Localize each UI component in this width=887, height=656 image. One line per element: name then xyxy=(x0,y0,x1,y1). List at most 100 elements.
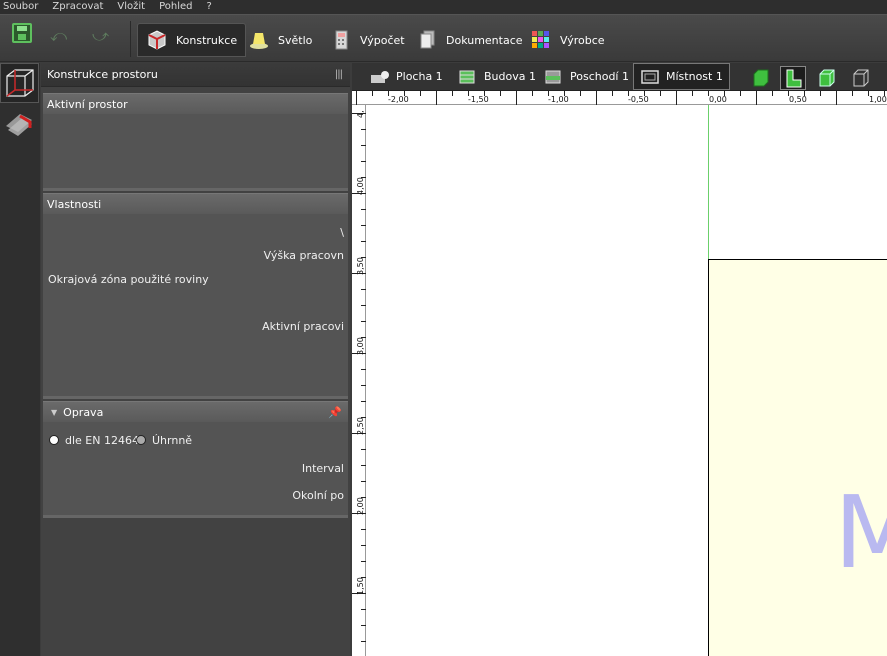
collapse-triangle-icon[interactable]: ▼ xyxy=(51,408,57,417)
floorplan-icon xyxy=(786,69,802,88)
ruler-label: 4,00 xyxy=(356,177,365,195)
ruler-label: 1,50 xyxy=(356,577,365,595)
ruler-label: -2,00 xyxy=(388,95,409,104)
correction-body: dle EN 12464 Úhrnně Interval Okolní po xyxy=(43,422,348,515)
room-outline[interactable] xyxy=(708,259,887,656)
property-label: Aktivní pracovi xyxy=(262,320,344,333)
active-space-body xyxy=(43,114,348,188)
ruler-label: -1,00 xyxy=(548,95,569,104)
menu-help[interactable]: ? xyxy=(200,1,219,13)
tab-label: Poschodí 1 xyxy=(570,70,629,83)
y-axis-line xyxy=(708,105,709,259)
section-active-space-header[interactable]: Aktivní prostor xyxy=(43,93,348,114)
room-cube-icon xyxy=(6,69,34,97)
tab-label: Světlo xyxy=(278,33,313,47)
ruler-label: 4, xyxy=(356,110,365,118)
section-divider xyxy=(43,396,348,399)
tab-label: Plocha 1 xyxy=(396,70,443,83)
vertical-ruler: 4, 4,00 3,50 3,00 2,50 2,00 1,50 xyxy=(352,105,366,656)
menu-bar: Soubor Zpracovat Vložit Pohled ? xyxy=(0,0,887,14)
tab-svetlo[interactable]: Světlo xyxy=(240,23,320,57)
construction-panel: Konstrukce prostoru ||| Aktivní prostor … xyxy=(41,63,350,656)
section-divider xyxy=(43,515,348,518)
property-label: \ xyxy=(340,226,344,239)
tab-vypocet[interactable]: Výpočet xyxy=(322,23,413,57)
property-label: Okrajová zóna použité roviny xyxy=(48,273,209,286)
tab-label: Výpočet xyxy=(360,33,405,47)
ruler-label: -1,50 xyxy=(468,95,489,104)
undo-icon[interactable]: ⤺ xyxy=(50,28,67,44)
tab-mistnost[interactable]: Místnost 1 xyxy=(633,63,730,90)
ruler-label: 2,50 xyxy=(356,417,365,435)
properties-body: \ Výška pracovn Okrajová zóna použité ro… xyxy=(43,214,348,396)
ruler-label: 3,00 xyxy=(356,337,365,355)
ruler-label: 0,00 xyxy=(709,95,727,104)
mode-strip xyxy=(0,63,40,656)
tab-poschodi[interactable]: Poschodí 1 xyxy=(538,63,635,90)
view-side-button[interactable] xyxy=(814,66,840,90)
tab-plocha[interactable]: Plocha 1 xyxy=(364,63,449,90)
section-correction-header[interactable]: ▼ Oprava 📌 xyxy=(43,401,348,422)
menu-vlozit[interactable]: Vložit xyxy=(110,1,152,13)
pin-icon[interactable]: 📌 xyxy=(328,406,342,419)
layers-button[interactable] xyxy=(0,104,39,144)
save-icon[interactable] xyxy=(12,23,32,43)
tab-konstrukce[interactable]: Konstrukce xyxy=(137,23,247,57)
lamp-icon xyxy=(248,29,270,51)
drawing-canvas[interactable]: M xyxy=(366,105,887,656)
section-divider xyxy=(43,188,348,191)
area-icon xyxy=(370,69,390,85)
ambient-label: Okolní po xyxy=(292,489,344,502)
menu-soubor[interactable]: Soubor xyxy=(0,1,45,13)
wire-cube-icon xyxy=(853,69,869,87)
tab-dokumentace[interactable]: Dokumentace xyxy=(408,23,531,57)
section-properties-header[interactable]: Vlastnosti xyxy=(43,193,348,214)
toolbar-separator xyxy=(130,21,131,57)
layers-icon xyxy=(6,114,32,136)
property-label: Výška pracovn xyxy=(263,249,344,262)
panel-title-label: Konstrukce prostoru xyxy=(47,68,158,81)
side-cube-icon xyxy=(819,69,835,87)
panel-title: Konstrukce prostoru ||| xyxy=(41,63,350,87)
room-label: M xyxy=(834,474,887,591)
tab-budova[interactable]: Budova 1 xyxy=(452,63,542,90)
view-3d-button[interactable] xyxy=(748,66,774,90)
menu-zpracovat[interactable]: Zpracovat xyxy=(45,1,110,13)
room-icon xyxy=(640,69,660,85)
ruler-label: -0,50 xyxy=(628,95,649,104)
radio-total[interactable] xyxy=(136,435,146,445)
building-icon xyxy=(458,69,478,85)
panel-grip-icon[interactable]: ||| xyxy=(335,69,343,80)
manufacturer-grid-icon xyxy=(530,29,552,51)
menu-pohled[interactable]: Pohled xyxy=(152,1,199,13)
tab-label: Budova 1 xyxy=(484,70,536,83)
radio-label: dle EN 12464 xyxy=(65,434,139,447)
view-wire-button[interactable] xyxy=(848,66,874,90)
interval-label: Interval xyxy=(301,462,344,475)
section-title: Oprava xyxy=(63,405,104,419)
tab-label: Místnost 1 xyxy=(666,70,723,83)
section-title: Vlastnosti xyxy=(47,197,102,211)
tab-label: Dokumentace xyxy=(446,33,523,47)
tab-vyrobce[interactable]: Výrobce xyxy=(522,23,613,57)
radio-en12464[interactable] xyxy=(49,435,59,445)
ruler-label: 0,50 xyxy=(789,95,807,104)
tab-label: Konstrukce xyxy=(176,33,238,47)
document-icon xyxy=(416,29,438,51)
construction-cube-icon xyxy=(146,29,168,51)
floor-icon xyxy=(544,69,564,85)
ruler-label: 1,00 xyxy=(869,95,887,104)
radio-label: Úhrnně xyxy=(152,434,193,447)
section-title: Aktivní prostor xyxy=(47,97,128,111)
ruler-label: 2,00 xyxy=(356,497,365,515)
tab-label: Výrobce xyxy=(560,33,605,47)
main-toolbar: ⤺ ⤻ Konstrukce Světlo Výpočet Dokumentac… xyxy=(0,14,887,62)
horizontal-ruler: -2,00 -1,50 -1,00 -0,50 0,00 0,50 1,00 xyxy=(352,91,887,105)
room-construction-button[interactable] xyxy=(0,63,39,103)
solid-cube-icon xyxy=(753,69,769,87)
redo-icon[interactable]: ⤻ xyxy=(92,28,109,44)
ruler-label: 3,50 xyxy=(356,257,365,275)
view-tabbar: Plocha 1 Budova 1 Poschodí 1 Místnost 1 xyxy=(352,63,887,91)
calculator-icon xyxy=(330,29,352,51)
view-floorplan-button[interactable] xyxy=(780,66,806,90)
